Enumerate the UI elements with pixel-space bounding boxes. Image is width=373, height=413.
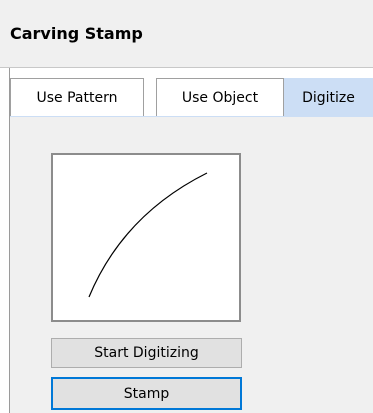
- tab-strip: Use Pattern Use Object Digitize: [10, 78, 373, 116]
- start-digitizing-button[interactable]: Start Digitizing: [51, 338, 242, 368]
- tab-use-object[interactable]: Use Object: [156, 78, 284, 116]
- digitized-curve: [88, 172, 208, 298]
- stamp-button[interactable]: Stamp: [51, 377, 242, 410]
- window-title: Carving Stamp: [10, 24, 143, 43]
- digitize-preview-canvas: [51, 153, 241, 322]
- tab-use-pattern[interactable]: Use Pattern: [10, 78, 144, 116]
- digitized-curve-path: [88, 172, 208, 298]
- window-title-bar: Carving Stamp: [0, 0, 373, 68]
- tab-digitize[interactable]: Digitize: [284, 78, 373, 116]
